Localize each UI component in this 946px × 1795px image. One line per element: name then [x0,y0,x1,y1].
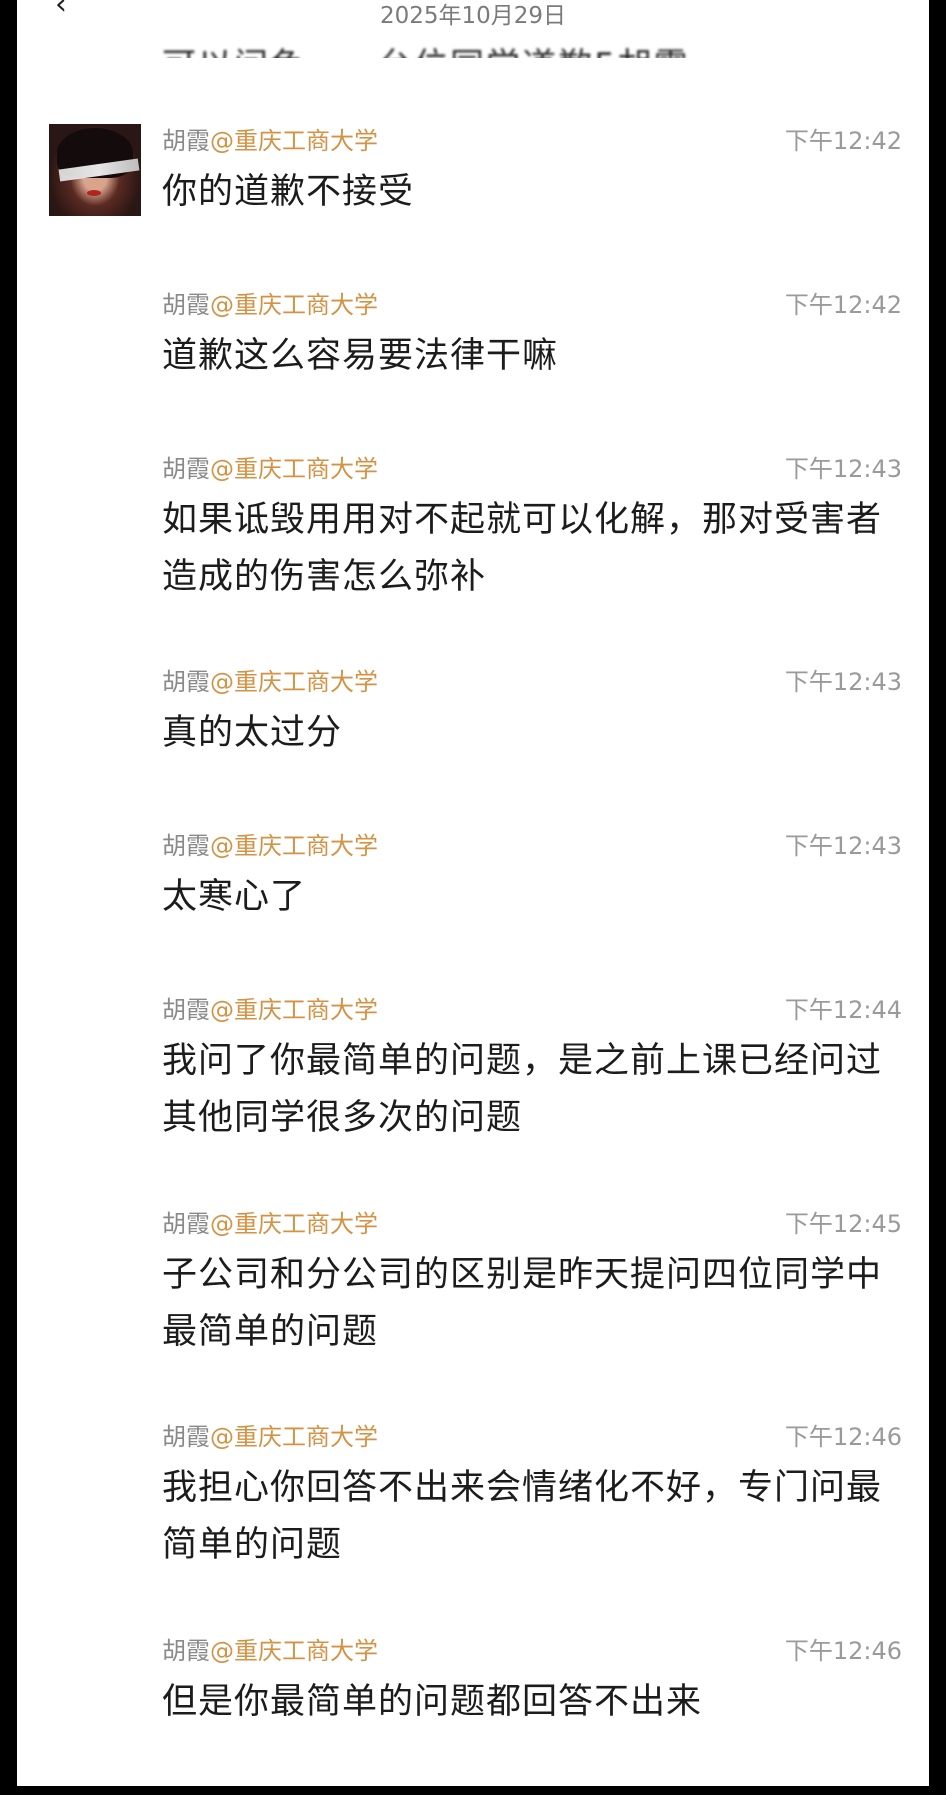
chat-message[interactable]: 胡霞@重庆工商大学 下午12:42 你的道歉不接受 [162,124,902,221]
chat-message[interactable]: 胡霞@重庆工商大学 下午12:46 我担心你回答不出来会情绪化不好，专门问最简单的问… [162,1420,902,1574]
message-time: 下午12:42 [784,127,902,155]
message-text[interactable]: 真的太过分 [162,705,902,762]
cutoff-text: 可以间色一一台位同学道歉5胡霞 [162,38,690,58]
message-time: 下午12:43 [784,668,902,696]
message-text[interactable]: 太寒心了 [162,869,902,926]
sender-person: 胡霞 [162,832,210,860]
sender-name: 胡霞@重庆工商大学 [162,452,378,486]
message-meta: 胡霞@重庆工商大学 下午12:43 [162,452,902,486]
sender-org: @重庆工商大学 [210,455,378,483]
sender-person: 胡霞 [162,455,210,483]
sender-name: 胡霞@重庆工商大学 [162,288,378,322]
sender-name: 胡霞@重庆工商大学 [162,1634,378,1668]
sender-person: 胡霞 [162,668,210,696]
message-time: 下午12:46 [784,1423,902,1451]
message-meta: 胡霞@重庆工商大学 下午12:46 [162,1634,902,1668]
sender-name: 胡霞@重庆工商大学 [162,665,378,699]
message-meta: 胡霞@重庆工商大学 下午12:44 [162,993,902,1027]
sender-org: @重庆工商大学 [210,1210,378,1238]
sender-person: 胡霞 [162,996,210,1024]
message-meta: 胡霞@重庆工商大学 下午12:45 [162,1207,902,1241]
message-time: 下午12:43 [784,832,902,860]
message-time: 下午12:44 [784,996,902,1024]
sender-name: 胡霞@重庆工商大学 [162,993,378,1027]
sender-org: @重庆工商大学 [210,1637,378,1665]
avatar-lips [87,190,101,196]
sender-name: 胡霞@重庆工商大学 [162,1420,378,1454]
sender-name: 胡霞@重庆工商大学 [162,1207,378,1241]
chat-message[interactable]: 胡霞@重庆工商大学 下午12:43 如果诋毁用用对不起就可以化解，那对受害者造成的伤… [162,452,902,606]
previous-message-cutoff: 可以间色一一台位同学道歉5胡霞 [162,24,762,58]
message-text[interactable]: 子公司和分公司的区别是昨天提问四位同学中最简单的问题 [162,1247,902,1361]
sender-person: 胡霞 [162,1637,210,1665]
sender-org: @重庆工商大学 [210,291,378,319]
chat-message[interactable]: 胡霞@重庆工商大学 下午12:42 道歉这么容易要法律干嘛 [162,288,902,385]
sender-org: @重庆工商大学 [210,127,378,155]
message-text[interactable]: 你的道歉不接受 [162,164,902,221]
sender-person: 胡霞 [162,1210,210,1238]
chat-message[interactable]: 胡霞@重庆工商大学 下午12:45 子公司和分公司的区别是昨天提问四位同学中最简单的… [162,1207,902,1361]
message-meta: 胡霞@重庆工商大学 下午12:42 [162,288,902,322]
message-text[interactable]: 我问了你最简单的问题，是之前上课已经问过其他同学很多次的问题 [162,1033,902,1147]
sender-org: @重庆工商大学 [210,1423,378,1451]
sender-org: @重庆工商大学 [210,996,378,1024]
sender-org: @重庆工商大学 [210,668,378,696]
chat-message[interactable]: 胡霞@重庆工商大学 下午12:43 真的太过分 [162,665,902,762]
sender-person: 胡霞 [162,291,210,319]
message-time: 下午12:43 [784,455,902,483]
message-text[interactable]: 我担心你回答不出来会情绪化不好，专门问最简单的问题 [162,1460,902,1574]
sender-person: 胡霞 [162,1423,210,1451]
message-meta: 胡霞@重庆工商大学 下午12:43 [162,665,902,699]
message-text[interactable]: 道歉这么容易要法律干嘛 [162,328,902,385]
chat-message[interactable]: 胡霞@重庆工商大学 下午12:44 我问了你最简单的问题，是之前上课已经问过其他同学… [162,993,902,1147]
message-time: 下午12:45 [784,1210,902,1238]
message-time: 下午12:46 [784,1637,902,1665]
message-meta: 胡霞@重庆工商大学 下午12:46 [162,1420,902,1454]
chat-message[interactable]: 胡霞@重庆工商大学 下午12:43 太寒心了 [162,829,902,926]
message-meta: 胡霞@重庆工商大学 下午12:43 [162,829,902,863]
sender-org: @重庆工商大学 [210,832,378,860]
message-time: 下午12:42 [784,291,902,319]
sender-name: 胡霞@重庆工商大学 [162,124,378,158]
sender-person: 胡霞 [162,127,210,155]
message-meta: 胡霞@重庆工商大学 下午12:42 [162,124,902,158]
message-text[interactable]: 但是你最简单的问题都回答不出来 [162,1674,902,1731]
sender-name: 胡霞@重庆工商大学 [162,829,378,863]
chat-message[interactable]: 胡霞@重庆工商大学 下午12:46 但是你最简单的问题都回答不出来 [162,1634,902,1731]
chat-screen: ‹ 2025年10月29日 可以间色一一台位同学道歉5胡霞 胡霞@重庆工商大学下… [17,0,929,1786]
message-text[interactable]: 如果诋毁用用对不起就可以化解，那对受害者造成的伤害怎么弥补 [162,492,902,606]
avatar[interactable] [49,124,141,216]
